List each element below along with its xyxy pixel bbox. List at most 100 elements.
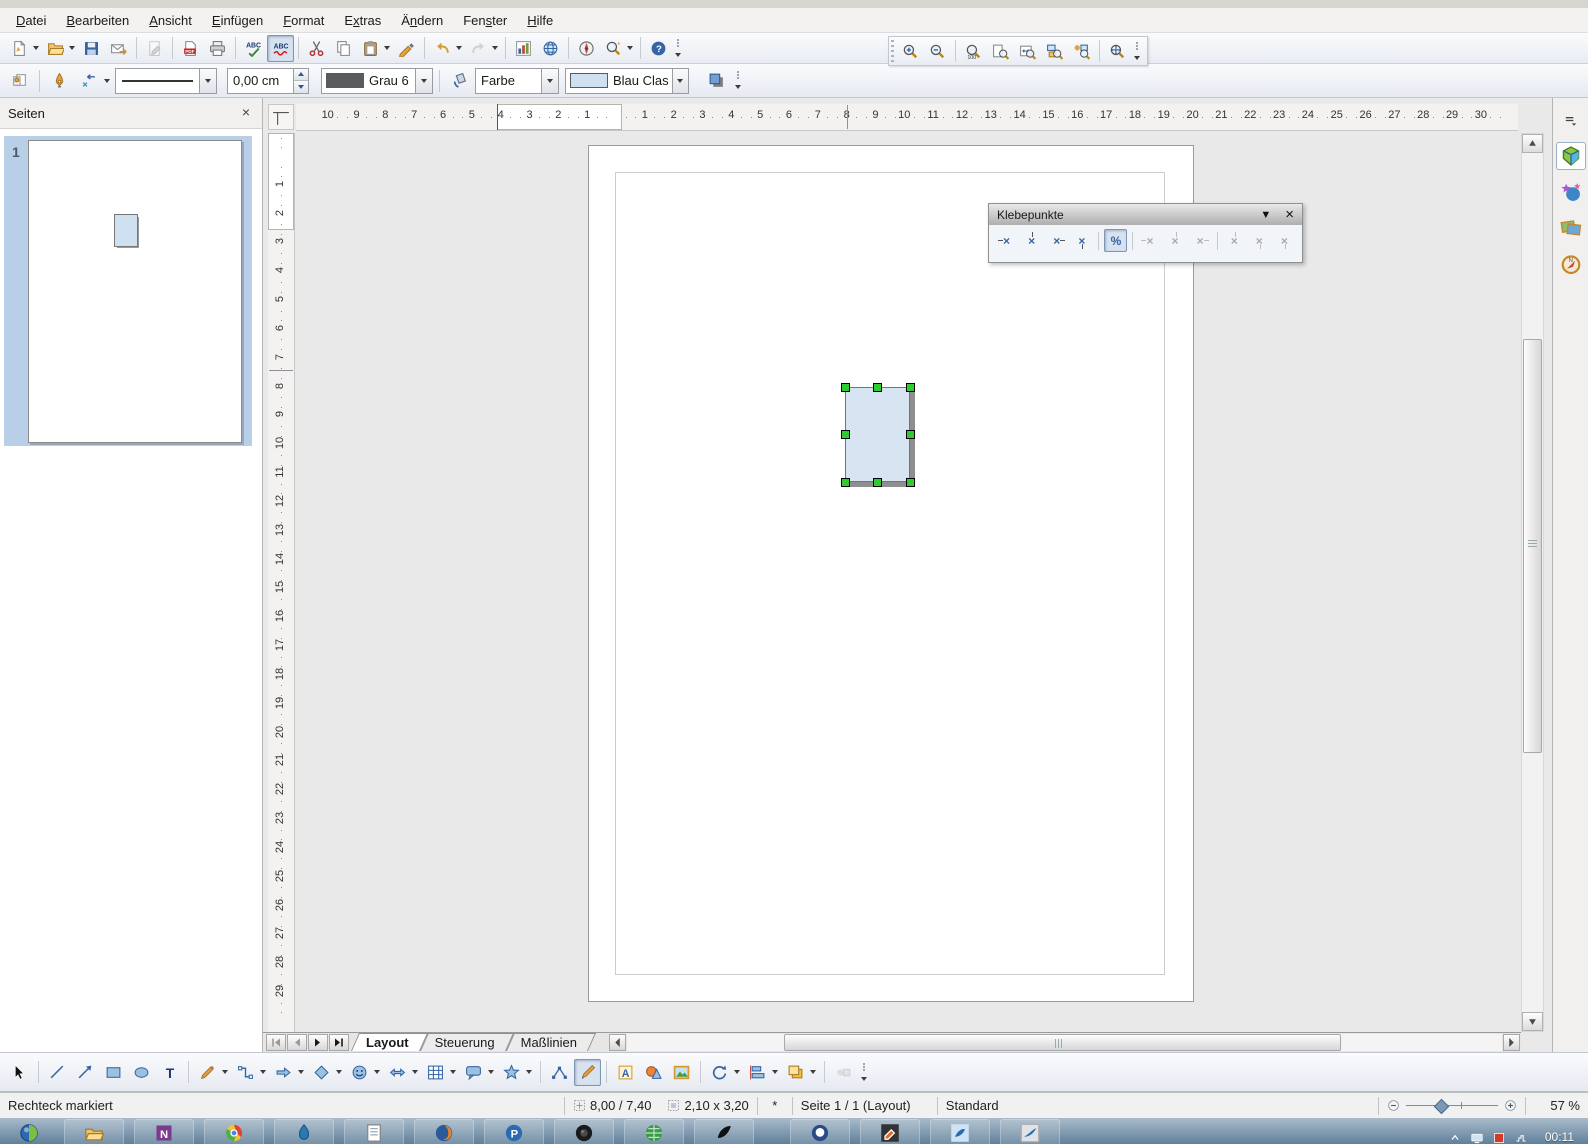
shadow-toggle-button[interactable]: [703, 67, 730, 94]
arrange-button[interactable]: [782, 1059, 809, 1086]
sidebar-tab-gallery-styles[interactable]: [1556, 178, 1586, 206]
insert-picture-button[interactable]: [668, 1059, 695, 1086]
tray-network-icon[interactable]: [1515, 1132, 1527, 1144]
arrange-dropdown[interactable]: [807, 1060, 819, 1085]
page-thumbnail[interactable]: [28, 140, 242, 443]
line-color-combo[interactable]: Grau 6: [321, 68, 433, 94]
toolbar-overflow-button[interactable]: [672, 36, 686, 61]
fill-color-dropdown[interactable]: [672, 69, 688, 93]
first-page-button[interactable]: [266, 1034, 286, 1051]
zoom-out-icon[interactable]: [1387, 1099, 1400, 1112]
pages-panel-close-icon[interactable]: ×: [238, 105, 254, 121]
glue-point-relative-button[interactable]: %: [1104, 229, 1127, 252]
previous-page-button[interactable]: [287, 1034, 307, 1051]
block-arrow-button[interactable]: [270, 1059, 297, 1086]
hyperlink-globe-button[interactable]: [537, 35, 564, 62]
alignment-dropdown[interactable]: [769, 1060, 781, 1085]
line-width-value[interactable]: 0,00 cm: [228, 73, 284, 88]
taskbar-writer-button[interactable]: [1000, 1119, 1060, 1144]
sidebar-tab-properties[interactable]: [1556, 142, 1586, 170]
line-style-combo[interactable]: [115, 68, 217, 94]
zoom-in-button[interactable]: [897, 38, 924, 65]
zoom-pan-button[interactable]: [1104, 38, 1131, 65]
ellipse-button[interactable]: [128, 1059, 155, 1086]
stars-dropdown[interactable]: [523, 1060, 535, 1085]
chart-button[interactable]: [510, 35, 537, 62]
scroll-down-button[interactable]: [1522, 1012, 1543, 1031]
insert-glue-point-button[interactable]: ×: [995, 229, 1018, 252]
tab-layout[interactable]: Layout: [355, 1033, 424, 1051]
fill-type-combo[interactable]: Farbe: [475, 68, 559, 94]
zoom-optimal-button[interactable]: [1068, 38, 1095, 65]
menu-datei[interactable]: Datei: [6, 10, 56, 31]
paste-button[interactable]: [357, 35, 384, 62]
taskbar-firefox-button[interactable]: [414, 1119, 474, 1144]
gluepoints-toolbar-titlebar[interactable]: Klebepunkte ▼ ×: [989, 204, 1302, 225]
toolbar-overflow-button[interactable]: [1131, 39, 1145, 64]
sidebar-tab-gallery[interactable]: [1556, 214, 1586, 242]
menu-fenster[interactable]: Fenster: [453, 10, 517, 31]
arrow-style-button[interactable]: [75, 67, 102, 94]
menu-einfgen[interactable]: Einfügen: [202, 10, 273, 31]
sidebar-tab-navigator[interactable]: N: [1556, 250, 1586, 278]
new-document-button[interactable]: [6, 35, 33, 62]
taskbar-chrome-button[interactable]: [204, 1119, 264, 1144]
taskbar-paint-button[interactable]: [930, 1119, 990, 1144]
sidebar-tab-sidebar-menu[interactable]: [1556, 106, 1586, 134]
line-dialog-button[interactable]: [46, 67, 73, 94]
page-style-indicator[interactable]: Standard: [938, 1098, 1044, 1113]
toolbar-drag-handle[interactable]: [891, 40, 894, 62]
next-page-button[interactable]: [308, 1034, 328, 1051]
spellcheck-button[interactable]: ABC: [240, 35, 267, 62]
selected-rectangle-shape[interactable]: [845, 387, 910, 482]
taskbar-onenote-button[interactable]: N: [134, 1119, 194, 1144]
taskbar-clock[interactable]: 00:11: [1527, 1126, 1588, 1144]
taskbar-presentation-button[interactable]: P: [484, 1119, 544, 1144]
taskbar-ink-button[interactable]: [694, 1119, 754, 1144]
exit-direction-right-button[interactable]: ×: [1045, 229, 1068, 252]
menu-ansicht[interactable]: Ansicht: [139, 10, 202, 31]
curve-button[interactable]: [194, 1059, 221, 1086]
menu-bearbeiten[interactable]: Bearbeiten: [56, 10, 139, 31]
basic-shapes-dropdown[interactable]: [333, 1060, 345, 1085]
cut-button[interactable]: [303, 35, 330, 62]
block-arrow-dropdown[interactable]: [295, 1060, 307, 1085]
selection-handle-bottom-center[interactable]: [873, 478, 882, 487]
scroll-left-button[interactable]: [609, 1034, 626, 1051]
taskbar-camera-button[interactable]: [554, 1119, 614, 1144]
open-document-button[interactable]: [42, 35, 69, 62]
taskbar-messenger-button[interactable]: [790, 1119, 850, 1144]
rotate-button[interactable]: [706, 1059, 733, 1086]
fill-color-combo[interactable]: Blau Clas: [565, 68, 689, 94]
zoom-percentage[interactable]: 57 %: [1526, 1098, 1588, 1113]
export-pdf-button[interactable]: PDF: [177, 35, 204, 62]
symbol-shapes-dropdown[interactable]: [371, 1060, 383, 1085]
line-width-decrease[interactable]: [294, 80, 308, 93]
edit-points-button[interactable]: [546, 1059, 573, 1086]
connector-button[interactable]: [232, 1059, 259, 1086]
taskbar-notepad-button[interactable]: [344, 1119, 404, 1144]
arrow-shapes-dropdown[interactable]: [409, 1060, 421, 1085]
stars-button[interactable]: [498, 1059, 525, 1086]
flowchart-dropdown[interactable]: [447, 1060, 459, 1085]
fill-type-dropdown[interactable]: [541, 69, 558, 93]
tab-malinien[interactable]: Maßlinien: [510, 1033, 592, 1051]
alignment-button[interactable]: [744, 1059, 771, 1086]
horizontal-scrollbar[interactable]: [627, 1034, 1502, 1051]
rotate-dropdown[interactable]: [731, 1060, 743, 1085]
menu-ndern[interactable]: Ändern: [391, 10, 453, 31]
copy-button[interactable]: [330, 35, 357, 62]
exit-direction-top-button[interactable]: ×: [1020, 229, 1043, 252]
help-button[interactable]: ?: [645, 35, 672, 62]
selection-handle-top-right[interactable]: [906, 383, 915, 392]
taskbar-explorer-button[interactable]: [64, 1119, 124, 1144]
connector-dropdown[interactable]: [257, 1060, 269, 1085]
open-document-dropdown[interactable]: [66, 36, 78, 61]
arrow-button[interactable]: [72, 1059, 99, 1086]
zoom-objects-button[interactable]: [1041, 38, 1068, 65]
gluepoints-toolbar-menu-icon[interactable]: ▼: [1260, 209, 1271, 221]
toolbar-overflow-button[interactable]: [858, 1060, 872, 1085]
scroll-up-button[interactable]: [1522, 134, 1543, 153]
menu-hilfe[interactable]: Hilfe: [517, 10, 563, 31]
line-width-spinner[interactable]: 0,00 cm: [227, 68, 309, 94]
